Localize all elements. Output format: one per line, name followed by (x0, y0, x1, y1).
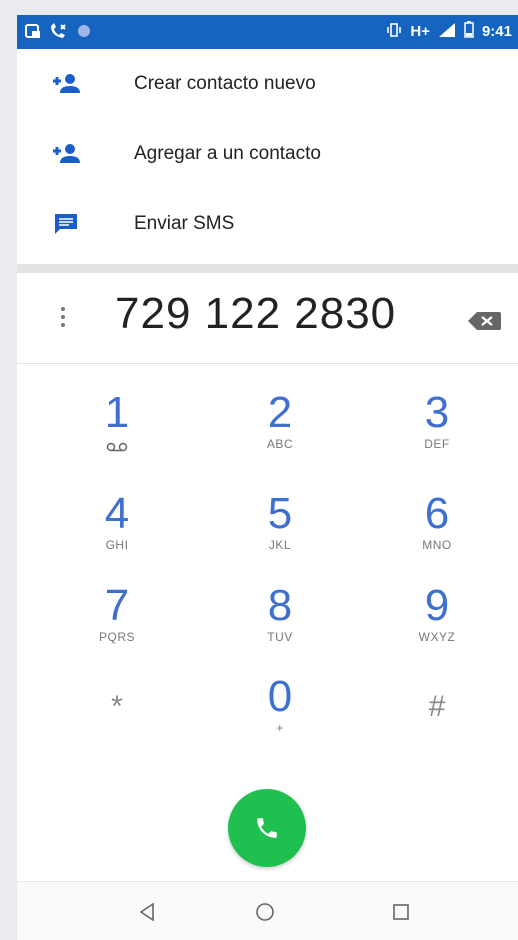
key-5[interactable]: 5 JKL (220, 492, 340, 580)
key-digit: 0 (267, 672, 293, 721)
phone-screen: H+ 9:41 Crear contacto nuevo Agregar a u… (17, 15, 518, 940)
send-sms-item[interactable]: Enviar SMS (17, 189, 518, 259)
status-bar: H+ 9:41 (17, 15, 518, 49)
key-letters: + (276, 721, 284, 735)
more-options-icon[interactable] (53, 303, 73, 339)
key-symbol: * (111, 690, 123, 723)
key-letters: JKL (268, 538, 292, 552)
key-digit: 1 (104, 388, 130, 437)
missed-call-icon (49, 23, 69, 44)
key-star[interactable]: * (57, 675, 177, 763)
create-new-contact-label: Crear contacto nuevo (134, 73, 316, 94)
key-3[interactable]: 3 DEF (377, 391, 497, 479)
key-letters: GHI (105, 538, 129, 552)
key-0[interactable]: 0 + (220, 675, 340, 763)
add-to-contact-label: Agregar a un contacto (134, 143, 321, 164)
section-divider (17, 264, 518, 273)
navigation-bar (17, 882, 518, 940)
screenshot-icon (25, 23, 41, 44)
key-7[interactable]: 7 PQRS (57, 584, 177, 672)
key-letters: DEF (424, 437, 450, 451)
number-display-row: 729 122 2830 (17, 273, 518, 363)
network-type: H+ (410, 23, 430, 40)
key-digit: 6 (424, 489, 450, 538)
key-hash[interactable]: # (377, 675, 497, 763)
add-contact-icon (51, 142, 81, 166)
signal-icon (438, 22, 456, 42)
battery-icon (464, 21, 474, 42)
key-8[interactable]: 8 TUV (220, 584, 340, 672)
backspace-icon[interactable] (465, 309, 503, 333)
back-icon[interactable] (135, 900, 165, 926)
key-digit: 8 (267, 581, 293, 630)
status-right-icons: H+ 9:41 (386, 21, 512, 42)
home-icon[interactable] (253, 900, 283, 926)
key-symbol: # (428, 690, 446, 723)
key-2[interactable]: 2 ABC (220, 391, 340, 479)
dialed-number[interactable]: 729 122 2830 (115, 289, 396, 339)
key-6[interactable]: 6 MNO (377, 492, 497, 580)
recents-icon[interactable] (389, 900, 419, 926)
key-digit: 2 (267, 388, 293, 437)
key-letters: MNO (422, 538, 452, 552)
add-contact-icon (51, 72, 81, 96)
send-sms-label: Enviar SMS (134, 213, 235, 234)
status-left-icons (25, 23, 91, 44)
phone-icon (257, 818, 277, 838)
key-9[interactable]: 9 WXYZ (377, 584, 497, 672)
message-icon (51, 212, 81, 236)
key-digit: 3 (424, 388, 450, 437)
key-letters: ABC (266, 437, 294, 451)
key-letters: WXYZ (418, 630, 456, 644)
vibrate-icon (386, 22, 402, 42)
keypad-divider (17, 363, 518, 364)
key-digit: 4 (104, 489, 130, 538)
voicemail-icon (57, 439, 177, 457)
clock: 9:41 (481, 23, 512, 40)
suggestion-menu: Crear contacto nuevo Agregar a un contac… (17, 49, 518, 259)
notification-dot-icon (77, 24, 91, 43)
key-digit: 5 (267, 489, 293, 538)
key-digit: 7 (104, 581, 130, 630)
key-digit: 9 (424, 581, 450, 630)
key-4[interactable]: 4 GHI (57, 492, 177, 580)
create-new-contact-item[interactable]: Crear contacto nuevo (17, 49, 518, 119)
key-letters: TUV (267, 630, 293, 644)
key-letters: PQRS (98, 630, 135, 644)
add-to-contact-item[interactable]: Agregar a un contacto (17, 119, 518, 189)
key-1[interactable]: 1 (57, 391, 177, 479)
call-button[interactable] (228, 789, 306, 867)
